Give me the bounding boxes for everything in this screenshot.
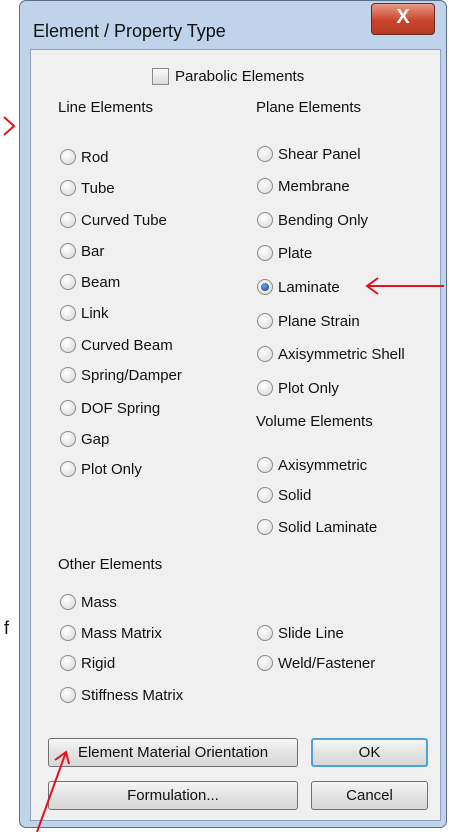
arrow-to-line-elements	[3, 116, 16, 136]
annotation-overlay	[3, 116, 444, 832]
arrow-to-laminate	[365, 277, 444, 295]
arrow-to-orientation-button	[36, 750, 70, 832]
